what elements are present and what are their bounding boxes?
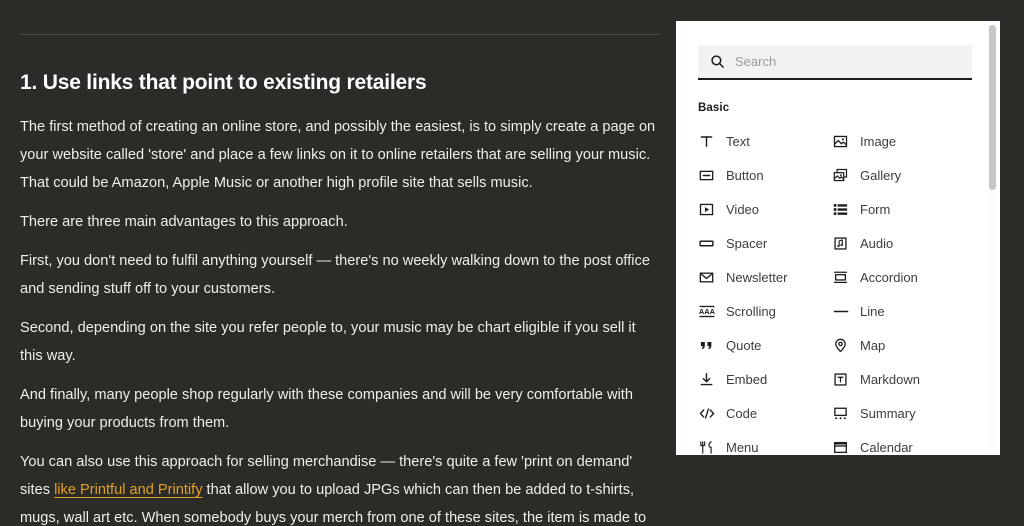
block-item-button[interactable]: Button [698,158,832,192]
markdown-icon [832,371,849,388]
block-picker-panel: Basic Text [676,21,1000,455]
block-label: Embed [726,371,768,387]
printful-printify-link[interactable]: like Printful and Printify [54,482,202,498]
block-label: Quote [726,337,762,353]
block-label: Map [860,337,886,353]
block-label: Video [726,201,760,217]
block-item-code[interactable]: Code [698,396,832,430]
svg-text:AAA: AAA [699,307,715,316]
block-item-summary[interactable]: Summary [832,396,972,430]
article-paragraph: The first method of creating an online s… [20,119,656,191]
block-label: Form [860,201,891,217]
block-label: Button [726,167,764,183]
block-label: Scrolling [726,303,776,319]
block-label: Audio [860,235,894,251]
map-icon [832,337,849,354]
article-content: 1. Use links that point to existing reta… [0,0,680,526]
block-label: Spacer [726,235,768,251]
block-item-map[interactable]: Map [832,328,972,362]
audio-icon [832,235,849,252]
block-label: Line [860,303,885,319]
block-item-audio[interactable]: Audio [832,226,972,260]
search-icon [710,54,725,69]
gallery-icon [832,167,849,184]
menu-icon [698,439,715,456]
block-item-accordion[interactable]: Accordion [832,260,972,294]
block-item-menu[interactable]: Menu [698,430,832,455]
article-paragraph: First, you don't need to fulfil anything… [20,253,650,297]
block-label: Calendar [860,439,913,455]
block-item-embed[interactable]: Embed [698,362,832,396]
image-icon [832,133,849,150]
block-label: Accordion [860,269,918,285]
block-label: Image [860,133,897,149]
article-paragraph: There are three main advantages to this … [20,214,348,230]
accordion-icon [832,269,849,286]
block-label: Markdown [860,371,920,387]
form-icon [832,201,849,218]
article-body: The first method of creating an online s… [20,113,660,526]
newsletter-icon [698,269,715,286]
video-icon [698,201,715,218]
code-icon [698,405,715,422]
block-label: Text [726,133,750,149]
block-item-calendar[interactable]: Calendar [832,430,972,455]
article-divider [20,34,660,35]
page-title: 1. Use links that point to existing reta… [20,71,427,94]
line-icon [832,303,849,320]
quote-icon [698,337,715,354]
article-paragraph-with-link: You can also use this approach for selli… [20,448,660,526]
search-field[interactable] [698,45,972,80]
block-item-markdown[interactable]: Markdown [832,362,972,396]
block-label: Gallery [860,167,902,183]
block-label: Summary [860,405,916,421]
block-item-text[interactable]: Text [698,124,832,158]
block-label: Code [726,405,758,421]
embed-icon [698,371,715,388]
block-item-video[interactable]: Video [698,192,832,226]
block-item-quote[interactable]: Quote [698,328,832,362]
panel-scrollbar-thumb[interactable] [989,25,996,190]
block-item-scrolling[interactable]: AAA Scrolling [698,294,832,328]
button-icon [698,167,715,184]
block-grid: Text Image Button Gallery Video Form Spa… [698,124,972,455]
block-picker-content: Basic Text [676,21,994,455]
calendar-icon [832,439,849,456]
block-item-form[interactable]: Form [832,192,972,226]
block-label: Newsletter [726,269,788,285]
block-item-spacer[interactable]: Spacer [698,226,832,260]
block-item-line[interactable]: Line [832,294,972,328]
search-input[interactable] [735,45,960,78]
block-item-gallery[interactable]: Gallery [832,158,972,192]
article-paragraph: And finally, many people shop regularly … [20,387,633,431]
article-paragraph: Second, depending on the site you refer … [20,320,636,364]
block-group-label: Basic [698,102,730,114]
block-item-newsletter[interactable]: Newsletter [698,260,832,294]
summary-icon [832,405,849,422]
block-item-image[interactable]: Image [832,124,972,158]
scrolling-icon: AAA [698,303,715,320]
block-label: Menu [726,439,759,455]
text-icon [698,133,715,150]
spacer-icon [698,235,715,252]
